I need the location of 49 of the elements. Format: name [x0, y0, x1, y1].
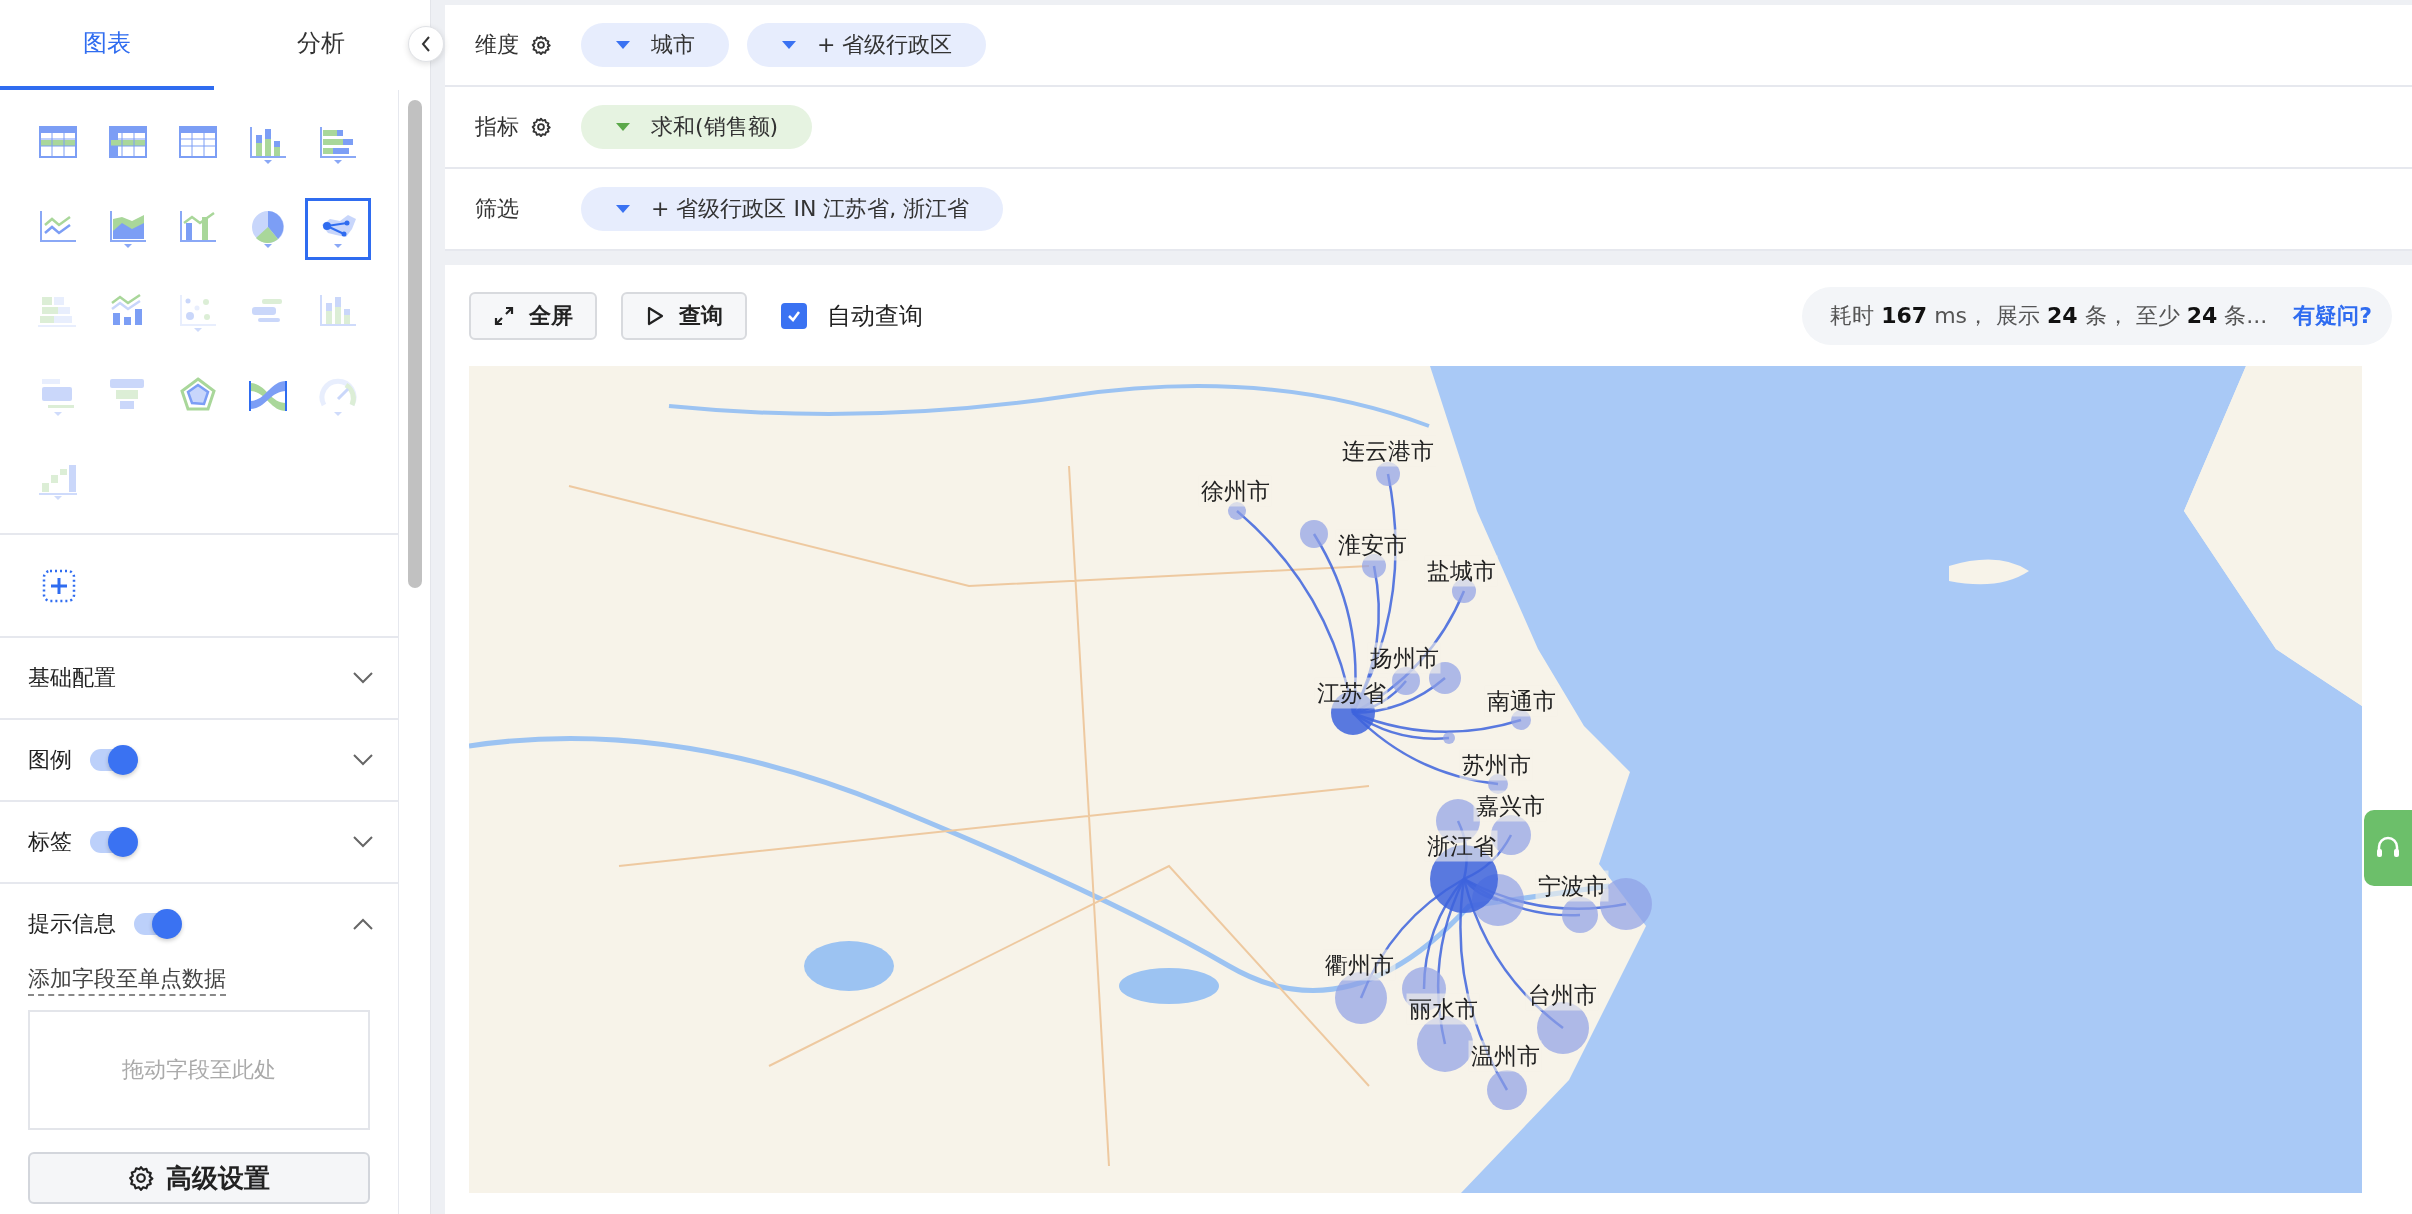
- chevron-left-icon: [419, 35, 433, 53]
- checkbox-label: 自动查询: [827, 300, 923, 332]
- map-label: 宁波市: [1535, 870, 1609, 902]
- chevron-down-icon[interactable]: [352, 835, 374, 849]
- advanced-settings-button[interactable]: 高级设置: [28, 1152, 370, 1204]
- map-label: 盐城市: [1424, 555, 1498, 587]
- gear-icon: [128, 1165, 154, 1191]
- support-button[interactable]: [2364, 810, 2412, 886]
- section-title: 图例: [28, 746, 72, 774]
- field-pill[interactable]: + 省级行政区: [747, 23, 987, 67]
- section-title: 基础配置: [28, 664, 116, 692]
- query-stats: 耗时 167 ms， 展示 24 条， 至少 24 条...: [1830, 301, 2268, 330]
- field-pill[interactable]: 求和(销售额): [581, 105, 813, 149]
- map-label: 浙江省: [1424, 830, 1498, 862]
- map-label: 丽水市: [1406, 993, 1480, 1025]
- settings-icon[interactable]: [531, 117, 551, 137]
- caret-icon: [781, 40, 797, 50]
- caret-icon: [615, 40, 631, 50]
- map-label: 衢州市: [1322, 949, 1396, 981]
- caret-icon: [615, 204, 631, 214]
- field-pill[interactable]: + 省级行政区 IN 江苏省, 浙江省: [581, 187, 1004, 231]
- add-icon[interactable]: [42, 568, 76, 603]
- chevron-down-icon[interactable]: [352, 753, 374, 767]
- section-title: 提示信息: [28, 910, 116, 938]
- shelf-label: 筛选: [475, 195, 519, 223]
- chart-type-button[interactable]: [305, 198, 371, 260]
- field-pill[interactable]: 城市: [581, 23, 729, 67]
- section-title: 标签: [28, 828, 72, 856]
- scrollbar[interactable]: [407, 100, 422, 588]
- chevron-down-icon[interactable]: [352, 671, 374, 685]
- map-label: 扬州市: [1367, 642, 1441, 674]
- map-label: 嘉兴市: [1473, 790, 1547, 822]
- shelf-label: 维度: [475, 31, 519, 59]
- query-button[interactable]: 查询: [621, 291, 747, 340]
- map-label: 淮安市: [1335, 529, 1409, 561]
- map-label: 温州市: [1468, 1040, 1542, 1072]
- chevron-up-icon[interactable]: [352, 917, 374, 931]
- expand-icon: [493, 304, 515, 327]
- caret-icon: [615, 122, 631, 132]
- shelf-label: 指标: [475, 113, 519, 141]
- settings-icon[interactable]: [531, 35, 551, 55]
- map-label: 江苏省: [1314, 677, 1388, 709]
- fullscreen-button[interactable]: 全屏: [469, 291, 597, 340]
- field-label: 添加字段至单点数据: [28, 964, 226, 996]
- checkbox[interactable]: [781, 302, 807, 329]
- gauge-chart-icon: [316, 377, 360, 417]
- play-icon: [645, 304, 665, 327]
- collapse-button[interactable]: [408, 26, 444, 62]
- help-link[interactable]: 有疑问?: [2293, 300, 2372, 331]
